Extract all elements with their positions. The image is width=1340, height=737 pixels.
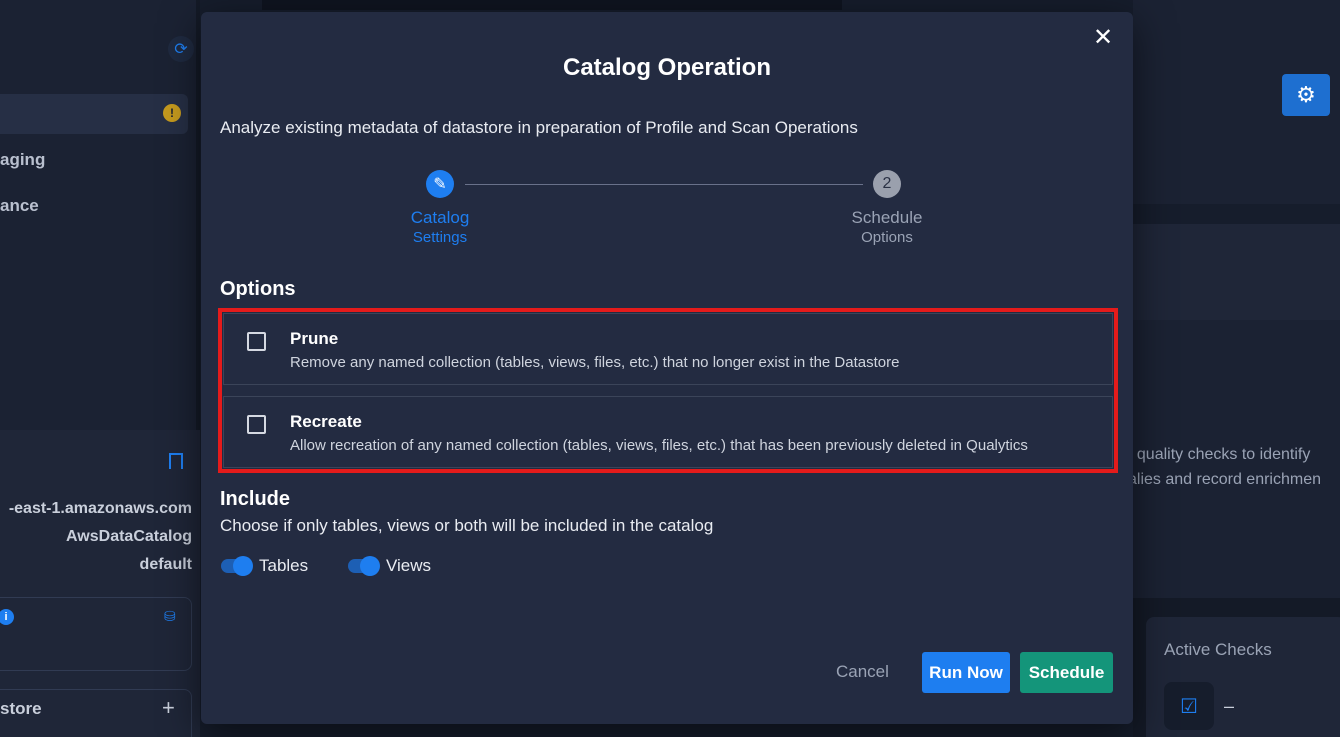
- active-checks-value: –: [1224, 696, 1235, 716]
- store-section-label: store: [0, 699, 42, 718]
- sidebar-active-row[interactable]: [0, 94, 188, 134]
- include-description: Choose if only tables, views or both wil…: [220, 516, 714, 535]
- database-icon[interactable]: ⛁: [164, 608, 176, 625]
- step-label: Schedule: [851, 208, 923, 227]
- step-sublabel: Options: [861, 229, 913, 246]
- active-checks-label: Active Checks: [1164, 640, 1272, 659]
- stepper: ✎ 2 Catalog Settings Schedule Options: [409, 170, 922, 250]
- step-catalog-settings[interactable]: Catalog Settings: [380, 208, 500, 246]
- views-toggle[interactable]: Views: [348, 556, 431, 576]
- toggle-label: Views: [386, 556, 432, 575]
- refresh-icon[interactable]: ⟳: [168, 36, 194, 62]
- right-description-line: t quality checks to identify: [1128, 446, 1311, 463]
- step-2-number[interactable]: 2: [873, 170, 901, 198]
- step-label: Catalog: [410, 208, 470, 227]
- run-now-button[interactable]: Run Now: [922, 652, 1010, 693]
- highlight-box: [218, 308, 1118, 473]
- tables-toggle[interactable]: Tables: [221, 556, 308, 576]
- bookmark-icon[interactable]: [169, 453, 183, 469]
- close-icon[interactable]: ✕: [1091, 26, 1115, 50]
- dialog-description: Analyze existing metadata of datastore i…: [220, 118, 858, 137]
- schedule-button[interactable]: Schedule: [1020, 652, 1113, 693]
- dialog-title: Catalog Operation: [562, 54, 772, 81]
- step-sublabel: Settings: [412, 229, 468, 246]
- right-description-line: alies and record enrichmen: [1128, 471, 1321, 488]
- add-icon[interactable]: +: [162, 695, 175, 721]
- pencil-icon[interactable]: ✎: [426, 170, 454, 198]
- toggle-label: Tables: [259, 556, 309, 575]
- database-name: default: [139, 556, 192, 573]
- catalog-operation-dialog: ✕ Catalog Operation Analyze existing met…: [201, 12, 1133, 724]
- sidebar-item[interactable]: ance: [0, 196, 39, 216]
- options-heading: Options: [220, 278, 296, 300]
- toggle-switch[interactable]: [221, 556, 253, 576]
- step-schedule-options[interactable]: Schedule Options: [827, 208, 947, 246]
- warning-icon: !: [163, 104, 181, 122]
- gear-icon[interactable]: ⚙: [1282, 74, 1330, 116]
- connection-host: -east-1.amazonaws.com: [8, 500, 192, 517]
- toggle-switch[interactable]: [348, 556, 380, 576]
- checklist-icon: ☑: [1164, 682, 1214, 730]
- include-heading: Include: [220, 488, 291, 510]
- step-connector: [465, 184, 863, 185]
- top-bar: [262, 0, 842, 10]
- cancel-button[interactable]: Cancel: [836, 662, 889, 682]
- catalog-name: AwsDataCatalog: [66, 528, 192, 545]
- sidebar-item[interactable]: aging: [0, 150, 45, 170]
